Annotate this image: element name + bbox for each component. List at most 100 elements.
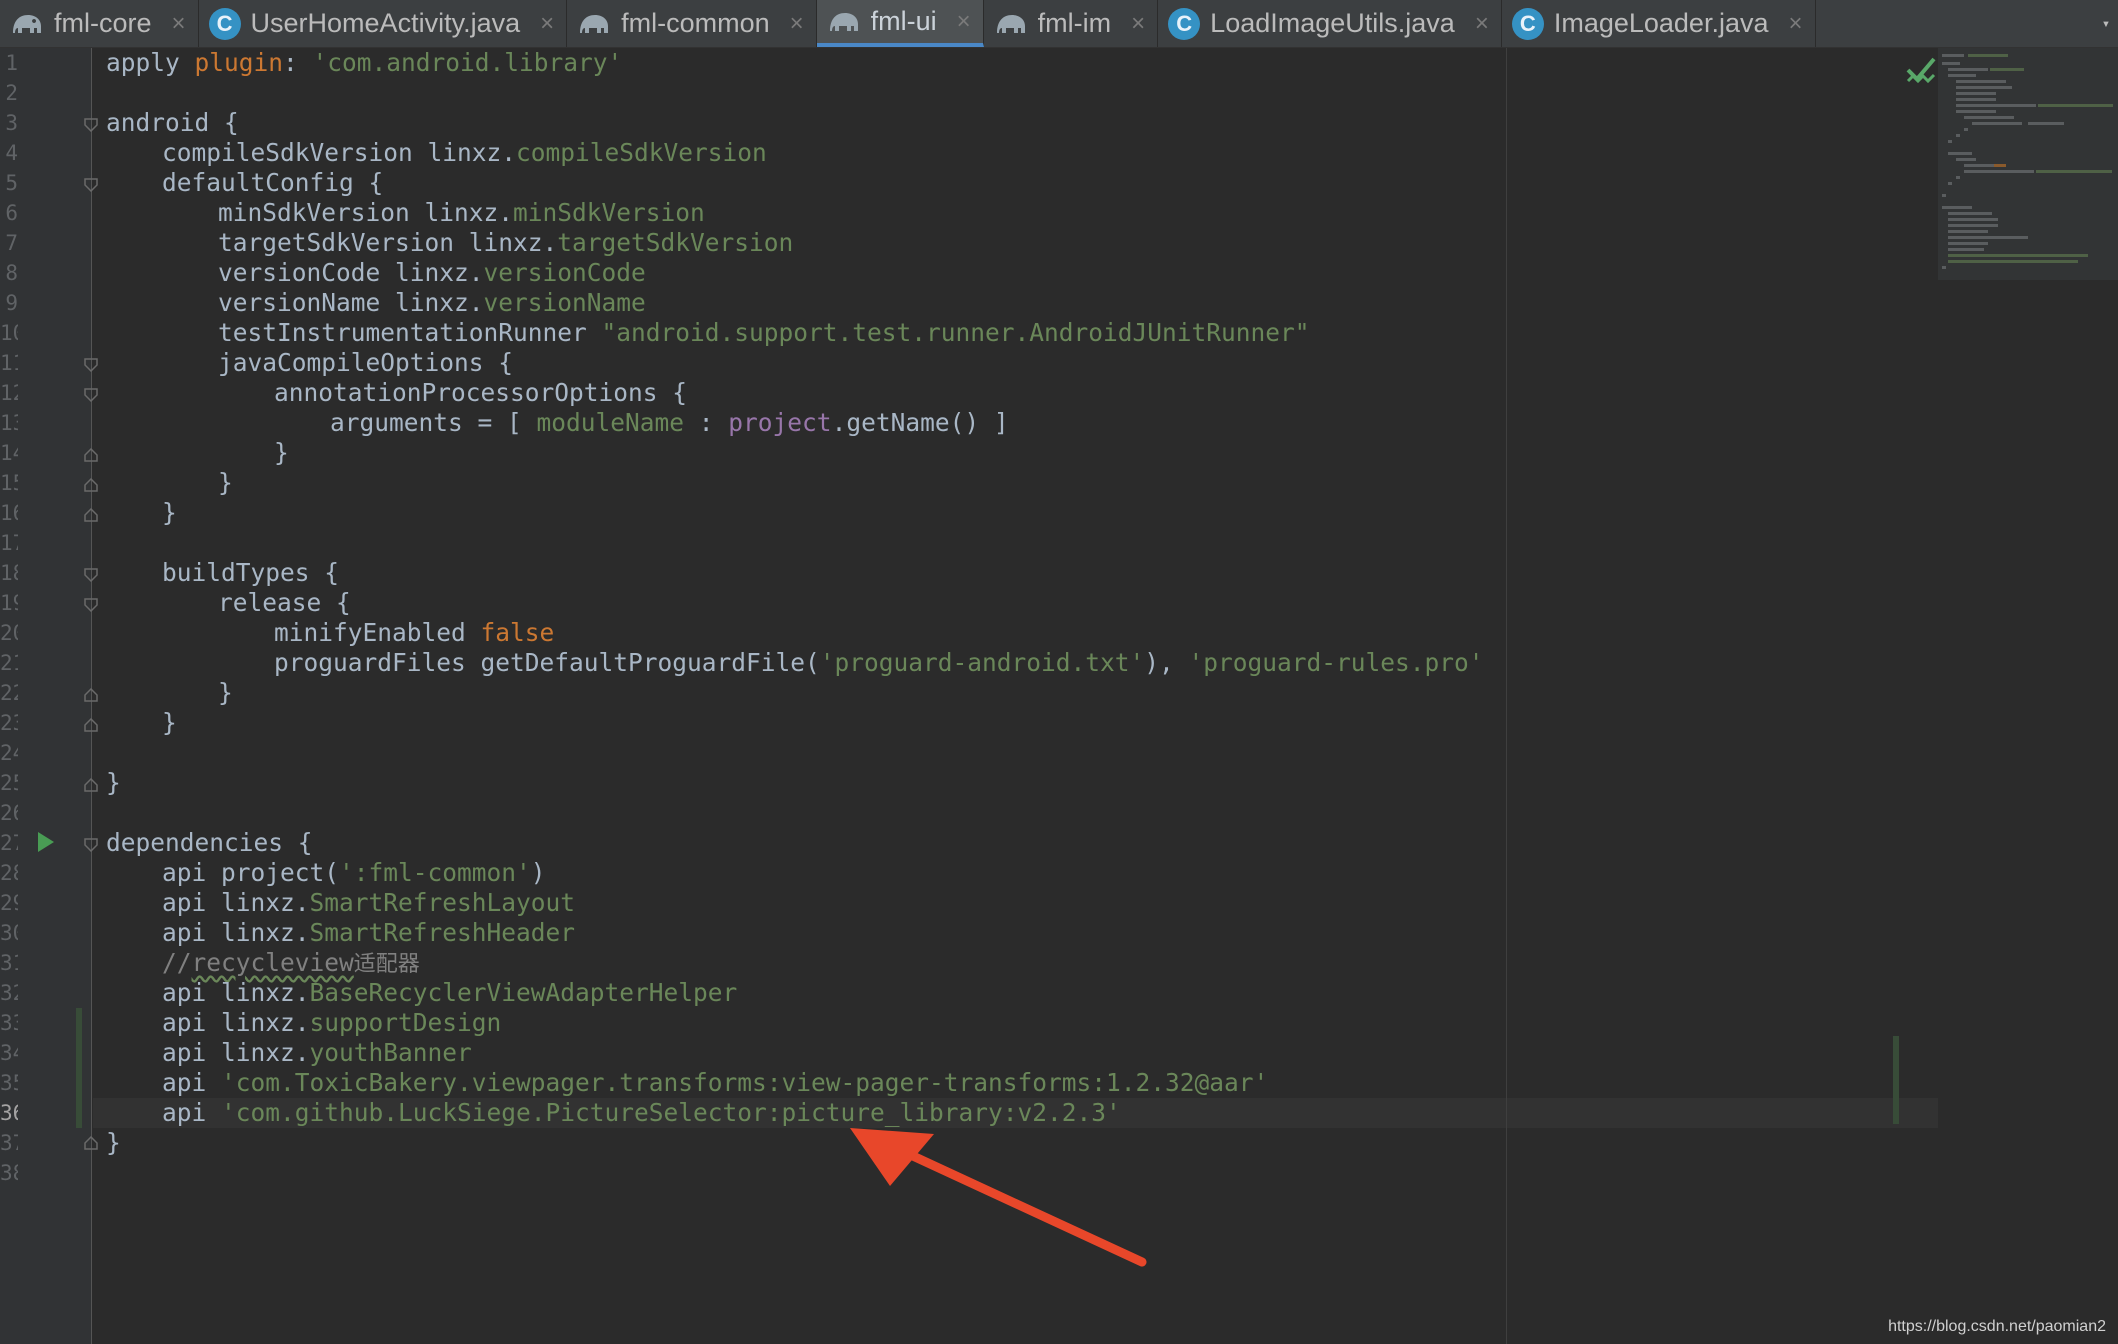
code-line[interactable]: api linxz.SmartRefreshHeader	[162, 918, 575, 948]
line-number: 26	[0, 801, 18, 825]
line-number: 8	[5, 261, 18, 285]
line-number: 31	[0, 951, 18, 975]
code-line[interactable]: api project(':fml-common')	[162, 858, 546, 888]
code-line[interactable]: }	[218, 678, 233, 708]
class-c-icon: C	[1168, 7, 1201, 40]
code-token: apply	[106, 48, 195, 77]
code-token: ':fml-common'	[339, 858, 531, 887]
code-line[interactable]: versionCode linxz.versionCode	[218, 258, 646, 288]
run-gutter-icon[interactable]	[38, 832, 54, 852]
code-line[interactable]: }	[274, 438, 289, 468]
tab-close-icon[interactable]: ×	[957, 8, 971, 36]
code-token: .getName() ]	[831, 408, 1009, 437]
code-line[interactable]: compileSdkVersion linxz.compileSdkVersio…	[162, 138, 767, 168]
line-number: 27	[0, 831, 18, 855]
code-token: :	[684, 408, 729, 437]
inspection-ok-check-icon[interactable]	[1905, 54, 1937, 86]
tab-fml-common[interactable]: fml-common ×	[567, 0, 817, 47]
line-number: 33	[0, 1011, 18, 1035]
tab-user-home-activity[interactable]: C UserHomeActivity.java ×	[199, 0, 568, 47]
code-token: 'proguard-rules.pro'	[1188, 648, 1484, 677]
line-number: 17	[0, 531, 18, 555]
scrollbar-change-marker[interactable]	[1893, 1036, 1899, 1124]
code-line[interactable]: api linxz.SmartRefreshLayout	[162, 888, 575, 918]
code-token: testInstrumentationRunner	[218, 318, 602, 347]
code-token: //	[162, 948, 192, 977]
code-line[interactable]: buildTypes {	[162, 558, 339, 588]
line-number: 18	[0, 561, 18, 585]
tab-close-icon[interactable]: ×	[1475, 10, 1489, 38]
class-c-icon: C	[208, 7, 241, 40]
code-line[interactable]: arguments = [ moduleName : project.getNa…	[330, 408, 1009, 438]
code-token: moduleName	[536, 408, 685, 437]
tab-overflow-chevron-icon[interactable]: ▾	[2094, 0, 2118, 47]
code-line[interactable]: apply plugin: 'com.android.library'	[106, 48, 622, 78]
tab-label: fml-core	[54, 8, 152, 38]
code-line[interactable]: versionName linxz.versionName	[218, 288, 646, 318]
tab-image-loader[interactable]: C ImageLoader.java ×	[1502, 0, 1816, 47]
code-token: api linxz.	[162, 1008, 310, 1037]
code-line[interactable]: dependencies {	[106, 828, 313, 858]
code-line[interactable]: targetSdkVersion linxz.targetSdkVersion	[218, 228, 793, 258]
code-line[interactable]: annotationProcessorOptions {	[274, 378, 687, 408]
tab-close-icon[interactable]: ×	[172, 10, 186, 38]
code-line[interactable]: minifyEnabled false	[274, 618, 554, 648]
tab-fml-core[interactable]: fml-core ×	[0, 0, 199, 47]
code-token: 'com.ToxicBakery.viewpager.transforms:vi…	[221, 1068, 1269, 1097]
code-token: :	[283, 48, 313, 77]
code-token: api	[162, 1098, 222, 1127]
code-token: 'com.android.library'	[312, 48, 623, 77]
code-line[interactable]: proguardFiles getDefaultProguardFile( 'pr…	[274, 648, 1484, 678]
tab-close-icon[interactable]: ×	[790, 10, 804, 38]
tab-label: UserHomeActivity.java	[250, 8, 521, 38]
tab-load-image-utils[interactable]: C LoadImageUtils.java ×	[1158, 0, 1502, 47]
code-line[interactable]: release {	[218, 588, 351, 618]
line-number: 15	[0, 471, 18, 495]
line-number: 11	[0, 351, 18, 375]
code-line[interactable]: minSdkVersion linxz.minSdkVersion	[218, 198, 705, 228]
code-token: api linxz.	[162, 888, 310, 917]
line-number: 24	[0, 741, 18, 765]
code-line[interactable]: javaCompileOptions {	[218, 348, 513, 378]
line-number: 9	[5, 291, 18, 315]
code-minimap[interactable]	[1938, 48, 2118, 280]
tab-close-icon[interactable]: ×	[1131, 10, 1145, 38]
code-line[interactable]: }	[106, 768, 121, 798]
code-token: "android.support.test.runner.AndroidJUni…	[601, 318, 1310, 347]
code-comment-line[interactable]: //recycleview适配器	[162, 948, 420, 978]
code-line[interactable]: }	[218, 468, 233, 498]
code-token: api	[162, 1068, 222, 1097]
code-token: targetSdkVersion linxz.	[218, 228, 558, 257]
vcs-change-marker[interactable]	[76, 1008, 82, 1128]
code-line[interactable]: defaultConfig {	[162, 168, 383, 198]
code-line[interactable]: android {	[106, 108, 239, 138]
code-line[interactable]: }	[162, 498, 177, 528]
tab-close-icon[interactable]: ×	[540, 10, 554, 38]
code-token: targetSdkVersion	[557, 228, 794, 257]
code-token: versionName linxz.	[218, 288, 484, 317]
tab-close-icon[interactable]: ×	[1788, 10, 1802, 38]
code-token: proguardFiles getDefaultProguardFile(	[274, 648, 820, 677]
code-token: versionName	[483, 288, 646, 317]
code-line[interactable]: api linxz.youthBanner	[162, 1038, 472, 1068]
code-token: SmartRefreshLayout	[309, 888, 576, 917]
line-number: 2	[5, 81, 18, 105]
tab-fml-im[interactable]: fml-im ×	[984, 0, 1159, 47]
code-token: youthBanner	[309, 1038, 472, 1067]
tab-label: fml-im	[1037, 8, 1112, 38]
line-number: 35	[0, 1071, 18, 1095]
code-line[interactable]: }	[162, 708, 177, 738]
code-line[interactable]: api 'com.ToxicBakery.viewpager.transform…	[162, 1068, 1268, 1098]
code-token: )	[530, 858, 546, 887]
line-number: 19	[0, 591, 18, 615]
code-token: plugin	[194, 48, 284, 77]
code-line[interactable]: testInstrumentationRunner "android.suppo…	[218, 318, 1310, 348]
line-number: 7	[5, 231, 18, 255]
code-line[interactable]: api linxz.BaseRecyclerViewAdapterHelper	[162, 978, 737, 1008]
line-number: 1	[5, 51, 18, 75]
line-number: 23	[0, 711, 18, 735]
code-line[interactable]: api linxz.supportDesign	[162, 1008, 501, 1038]
code-line[interactable]: }	[106, 1128, 121, 1158]
tab-fml-ui[interactable]: fml-ui ×	[816, 0, 984, 47]
line-number: 13	[0, 411, 18, 435]
